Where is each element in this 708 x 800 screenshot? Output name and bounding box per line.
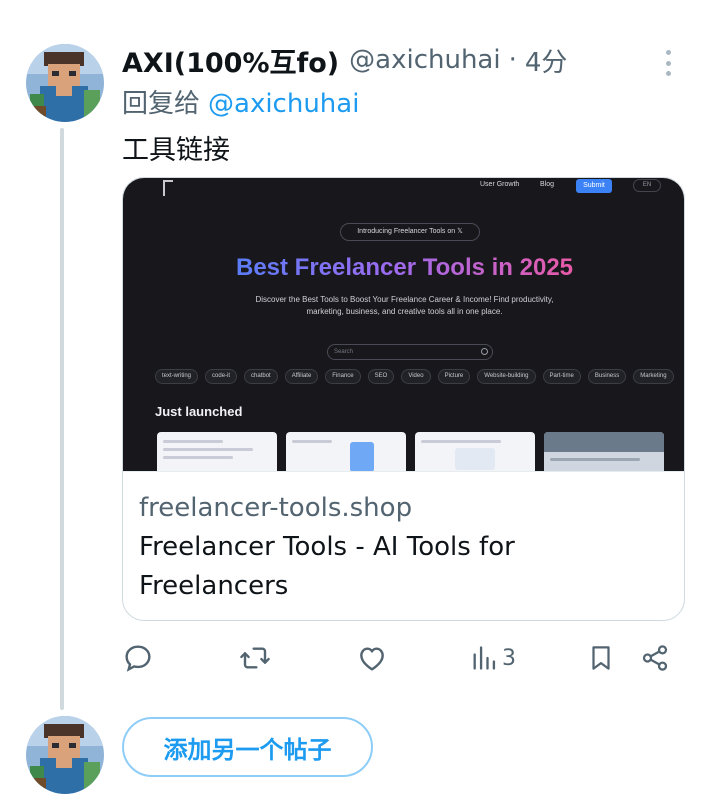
site-thumbnail (415, 432, 535, 471)
reply-icon[interactable] (122, 642, 154, 674)
site-headline: Best Freelancer Tools in 2025 (123, 254, 684, 282)
link-card-title: Freelancer Tools - AI Tools for Freelanc… (139, 532, 515, 601)
site-headline-text: Best Freelancer Tools in 2025 (235, 254, 574, 281)
post-header: AXI(100%互fo) @axichuhai · 4分 (122, 40, 592, 80)
post-text: 工具链接 (122, 135, 230, 166)
site-tag: Marketing (633, 369, 674, 384)
views-icon (473, 646, 496, 670)
site-intro-badge: Introducing Freelancer Tools on 𝕏 (340, 223, 480, 241)
site-tag: SEO (367, 369, 395, 384)
like-icon[interactable] (356, 642, 388, 674)
site-thumbnail (157, 432, 277, 471)
site-tag: Video (401, 369, 431, 384)
site-thumbnail (286, 432, 406, 471)
site-tag: Affiliate (284, 369, 319, 384)
site-logo-icon (163, 180, 173, 196)
site-search-placeholder: Search (334, 349, 354, 355)
composer-avatar[interactable] (26, 716, 104, 794)
replying-to-mention[interactable]: @axichuhai (208, 89, 359, 119)
author-display-name[interactable]: AXI(100%互fo) (122, 41, 339, 80)
site-tag: Business (587, 369, 627, 384)
link-card-meta: freelancer-tools.shop Freelancer Tools -… (123, 471, 684, 620)
site-search-icon (481, 348, 488, 355)
add-another-post-button[interactable]: 添加另一个帖子 (122, 717, 373, 777)
replying-to-label: 回复给 (122, 89, 201, 119)
link-card[interactable]: User Growth Blog Submit EN Introducing F… (122, 177, 685, 621)
views-count: 3 (502, 645, 516, 671)
site-tag: text-writing (155, 369, 199, 384)
site-tag: Finance (325, 369, 361, 384)
views-button[interactable]: 3 (470, 642, 516, 674)
site-tag: Website-building (477, 369, 536, 384)
site-tag: chatbot (244, 369, 278, 384)
bookmark-icon[interactable] (586, 642, 616, 674)
site-search: Search (327, 344, 493, 360)
site-submit-button: Submit (576, 179, 612, 193)
avatar-image (26, 44, 104, 122)
site-tag: Picture (437, 369, 471, 384)
site-subtitle: Discover the Best Tools to Boost Your Fr… (255, 295, 554, 316)
action-bar: 3 (122, 636, 682, 680)
author-avatar[interactable] (26, 44, 104, 122)
site-nav-item: User Growth (480, 181, 520, 188)
replying-to: 回复给 @axichuhai (122, 83, 359, 121)
site-section-title: Just launched (155, 404, 243, 419)
meta-separator: · (508, 45, 517, 75)
retweet-icon[interactable] (238, 642, 272, 674)
more-icon[interactable] (656, 46, 680, 80)
link-card-domain: freelancer-tools.shop (139, 493, 413, 523)
author-handle[interactable]: @axichuhai (349, 45, 500, 75)
thread-line (60, 128, 64, 710)
site-tag: Part-time (542, 369, 581, 384)
site-thumbnail (544, 432, 664, 471)
link-card-image: User Growth Blog Submit EN Introducing F… (123, 178, 684, 471)
site-tag: code-it (205, 369, 238, 384)
post-time[interactable]: 4分 (525, 42, 568, 79)
avatar-image (26, 716, 104, 794)
share-icon[interactable] (640, 642, 670, 674)
site-nav-item: Blog (540, 181, 555, 188)
site-tag-list: text-writing code-it chatbot Affiliate F… (155, 369, 674, 385)
site-language: EN (633, 179, 661, 192)
